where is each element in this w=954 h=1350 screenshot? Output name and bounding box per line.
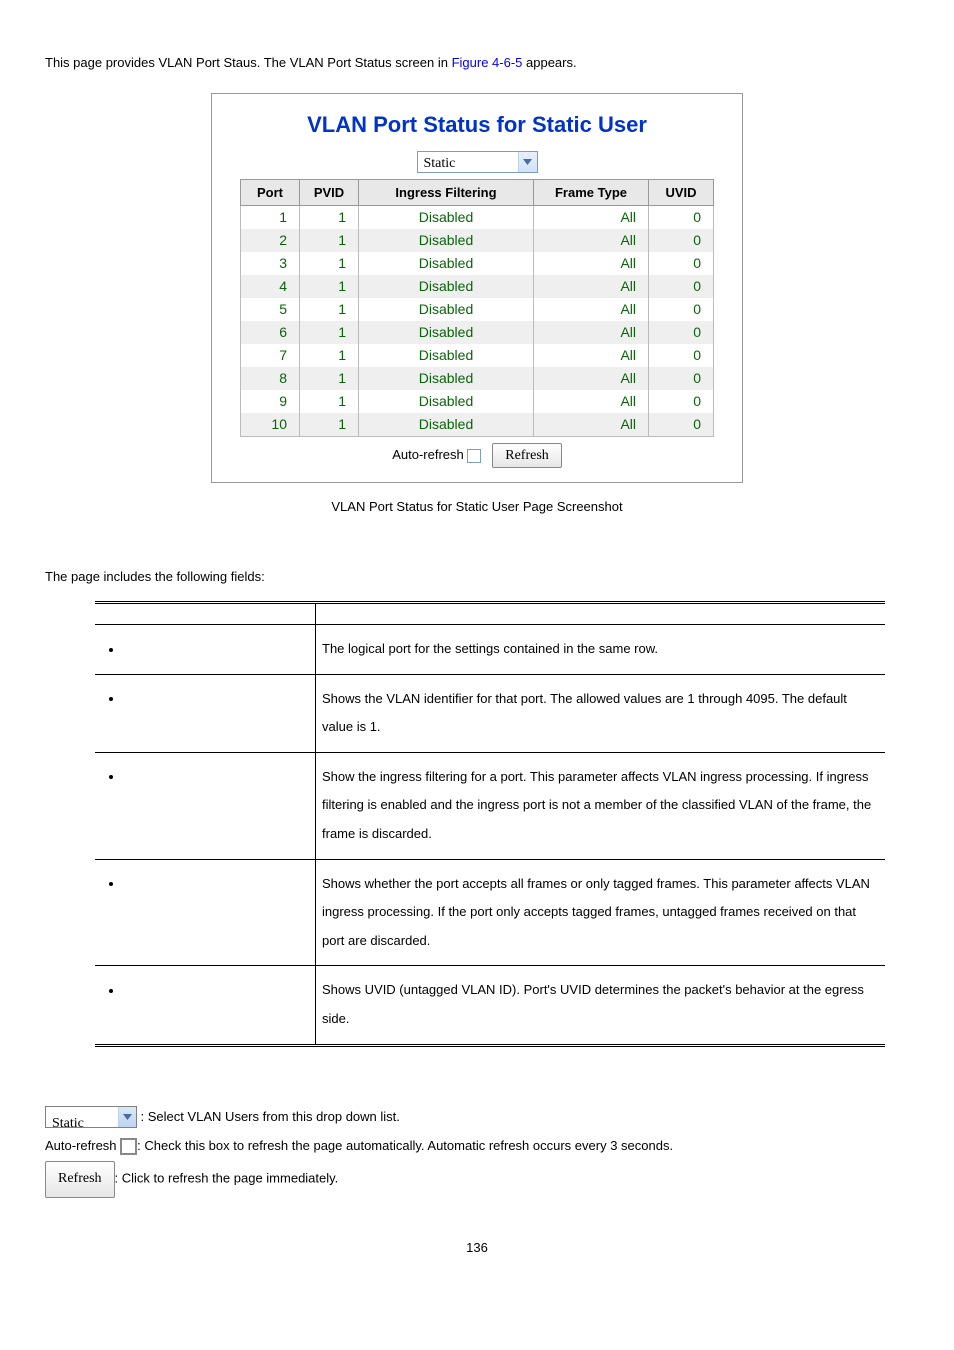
col-ingress: Ingress Filtering (359, 179, 534, 206)
refresh-button[interactable]: Refresh (492, 443, 562, 468)
select-value: Static (418, 152, 518, 172)
autorefresh-prefix: Auto-refresh (45, 1138, 120, 1153)
auto-refresh-label: Auto-refresh (392, 447, 464, 462)
chevron-down-icon (518, 152, 537, 172)
table-row: 91DisabledAll0 (241, 390, 714, 413)
field-desc: Shows whether the port accepts all frame… (316, 859, 886, 966)
table-row: 71DisabledAll0 (241, 344, 714, 367)
bullet-icon (109, 882, 113, 886)
bullet-icon (109, 648, 113, 652)
field-row: The logical port for the settings contai… (95, 625, 885, 675)
screenshot-caption: VLAN Port Status for Static User Page Sc… (45, 497, 909, 517)
select-value: Static (46, 1107, 118, 1127)
static-select-example[interactable]: Static (45, 1106, 137, 1128)
field-desc: Shows UVID (untagged VLAN ID). Port's UV… (316, 966, 886, 1045)
col-pvid: PVID (300, 179, 359, 206)
col-port: Port (241, 179, 300, 206)
intro-prefix: This page provides VLAN Port Staus. The … (45, 55, 452, 70)
field-desc: The logical port for the settings contai… (316, 625, 886, 675)
table-row: 51DisabledAll0 (241, 298, 714, 321)
table-row: 21DisabledAll0 (241, 229, 714, 252)
intro-text: This page provides VLAN Port Staus. The … (45, 53, 909, 73)
intro-suffix: appears. (522, 55, 576, 70)
vlan-status-panel: VLAN Port Status for Static User Static … (211, 93, 743, 484)
field-desc: Shows the VLAN identifier for that port.… (316, 674, 886, 752)
user-type-select[interactable]: Static (417, 151, 538, 173)
field-desc: Show the ingress filtering for a port. T… (316, 752, 886, 859)
bullet-icon (109, 697, 113, 701)
fields-intro: The page includes the following fields: (45, 567, 909, 587)
col-uvid: UVID (649, 179, 714, 206)
footer-notes: Static : Select VLAN Users from this dro… (45, 1102, 909, 1198)
field-row: Shows UVID (untagged VLAN ID). Port's UV… (95, 966, 885, 1045)
panel-title: VLAN Port Status for Static User (240, 108, 714, 141)
auto-refresh-checkbox[interactable] (467, 449, 481, 463)
checkbox-icon (120, 1138, 137, 1155)
ports-table: Port PVID Ingress Filtering Frame Type U… (240, 179, 714, 438)
fields-header-object (95, 603, 316, 625)
table-row: 81DisabledAll0 (241, 367, 714, 390)
fields-header-desc (316, 603, 886, 625)
refresh-button-example[interactable]: Refresh (45, 1161, 115, 1197)
chevron-down-icon (118, 1107, 136, 1127)
fields-table: The logical port for the settings contai… (95, 601, 885, 1047)
autorefresh-desc: : Check this box to refresh the page aut… (137, 1138, 673, 1153)
table-row: 11DisabledAll0 (241, 206, 714, 230)
table-row: 31DisabledAll0 (241, 252, 714, 275)
field-row: Shows whether the port accepts all frame… (95, 859, 885, 966)
col-frame: Frame Type (534, 179, 649, 206)
page-number: 136 (45, 1238, 909, 1258)
static-select-desc: : Select VLAN Users from this drop down … (141, 1109, 400, 1124)
table-row: 101DisabledAll0 (241, 413, 714, 437)
refresh-desc: : Click to refresh the page immediately. (115, 1171, 339, 1186)
bullet-icon (109, 989, 113, 993)
field-row: Show the ingress filtering for a port. T… (95, 752, 885, 859)
figure-link[interactable]: Figure 4-6-5 (452, 55, 523, 70)
field-row: Shows the VLAN identifier for that port.… (95, 674, 885, 752)
table-row: 41DisabledAll0 (241, 275, 714, 298)
table-row: 61DisabledAll0 (241, 321, 714, 344)
bullet-icon (109, 775, 113, 779)
